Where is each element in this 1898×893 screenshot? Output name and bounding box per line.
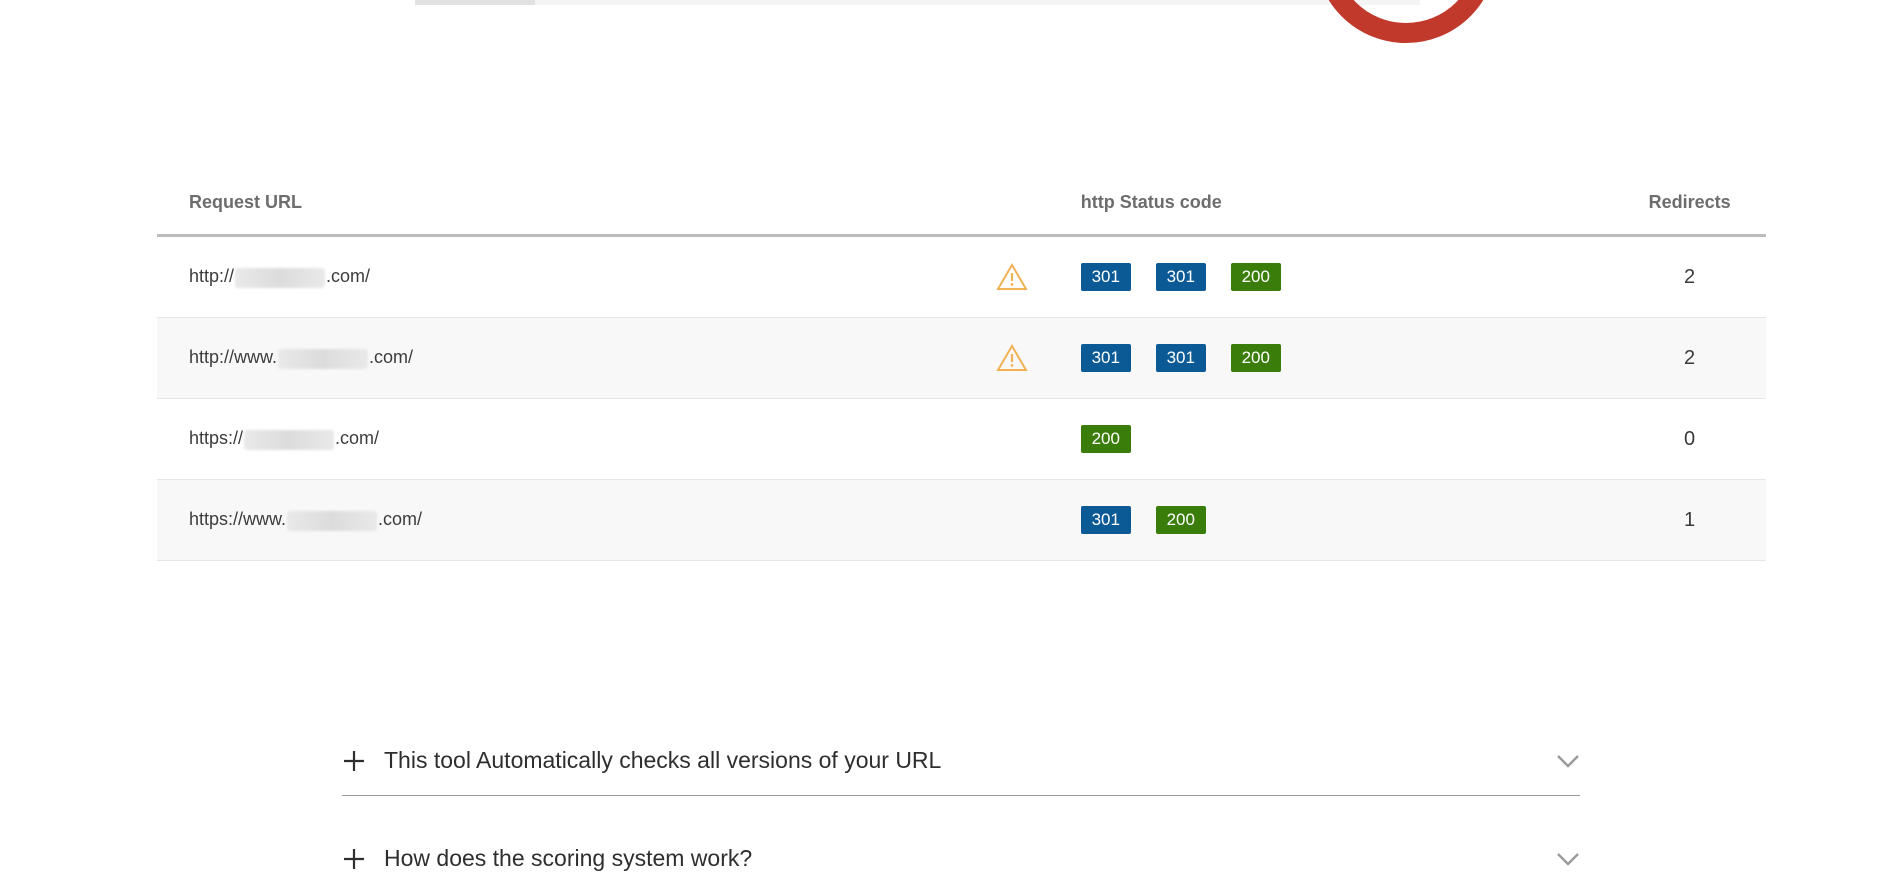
status-badge: 301	[1080, 344, 1131, 372]
chevron-down-icon	[1557, 755, 1579, 768]
status-badge: 200	[1230, 344, 1281, 372]
faq-question: This tool Automatically checks all versi…	[384, 747, 942, 773]
progress-fill	[415, 0, 535, 5]
status-badge: 301	[1080, 506, 1131, 534]
chevron-down-icon	[1557, 853, 1579, 866]
faq-item-scoring[interactable]: How does the scoring system work?	[342, 833, 1580, 893]
plus-icon	[344, 751, 364, 771]
status-codes-cell: 301 301 200	[1052, 317, 1614, 399]
warning-triangle-icon	[996, 263, 1028, 290]
warning-cell	[996, 235, 1053, 318]
redacted-domain	[235, 267, 326, 288]
header-request-url: Request URL	[157, 170, 997, 237]
request-url-cell: http://www. .com/	[157, 317, 997, 399]
header-status-code: http Status code	[1052, 170, 1614, 237]
status-codes-cell: 301 200	[1052, 479, 1614, 561]
url-suffix: .com/	[326, 266, 371, 287]
table-row: http:// .com/301 301 200 2	[157, 235, 1766, 318]
progress-track	[415, 0, 1420, 5]
status-badge: 200	[1230, 263, 1281, 291]
redacted-domain	[244, 429, 335, 450]
status-codes-cell: 200	[1052, 398, 1614, 480]
table-header-row: Request URL http Status code Redirects	[157, 170, 1766, 237]
url-suffix: .com/	[378, 509, 423, 530]
redirects-count: 2	[1613, 317, 1766, 399]
url-prefix: http://	[189, 266, 235, 287]
header-warning	[996, 170, 1053, 237]
request-url-cell: https:// .com/	[157, 398, 997, 480]
table-row: https:// .com/200 0	[157, 398, 1766, 480]
warning-cell	[996, 479, 1053, 561]
warning-triangle-icon	[996, 344, 1028, 371]
url-suffix: .com/	[369, 347, 414, 368]
warning-cell	[996, 398, 1053, 480]
status-codes-cell: 301 301 200	[1052, 235, 1614, 318]
status-badge: 301	[1155, 344, 1206, 372]
redacted-domain	[287, 510, 378, 531]
request-url-cell: http:// .com/	[157, 235, 997, 318]
redirects-count: 2	[1613, 235, 1766, 318]
faq-question: How does the scoring system work?	[384, 845, 753, 871]
warning-cell	[996, 317, 1053, 399]
redirects-count: 0	[1613, 398, 1766, 480]
faq-item-versions[interactable]: This tool Automatically checks all versi…	[342, 735, 1580, 796]
plus-icon	[344, 849, 364, 869]
results-table: Request URL http Status code Redirects h…	[157, 170, 1766, 561]
url-prefix: https://	[189, 428, 244, 449]
status-badge: 301	[1080, 263, 1131, 291]
status-badge: 200	[1080, 425, 1131, 453]
request-url-cell: https://www. .com/	[157, 479, 997, 561]
status-badge: 200	[1155, 506, 1206, 534]
table-row: https://www. .com/301 200 1	[157, 479, 1766, 561]
score-ring	[1328, 0, 1484, 43]
redirects-count: 1	[1613, 479, 1766, 561]
status-badge: 301	[1155, 263, 1206, 291]
url-suffix: .com/	[335, 428, 380, 449]
redacted-domain	[278, 348, 369, 369]
table-row: http://www. .com/301 301 200 2	[157, 317, 1766, 399]
url-prefix: http://www.	[189, 347, 278, 368]
url-prefix: https://www.	[189, 509, 287, 530]
header-redirects: Redirects	[1613, 170, 1766, 237]
